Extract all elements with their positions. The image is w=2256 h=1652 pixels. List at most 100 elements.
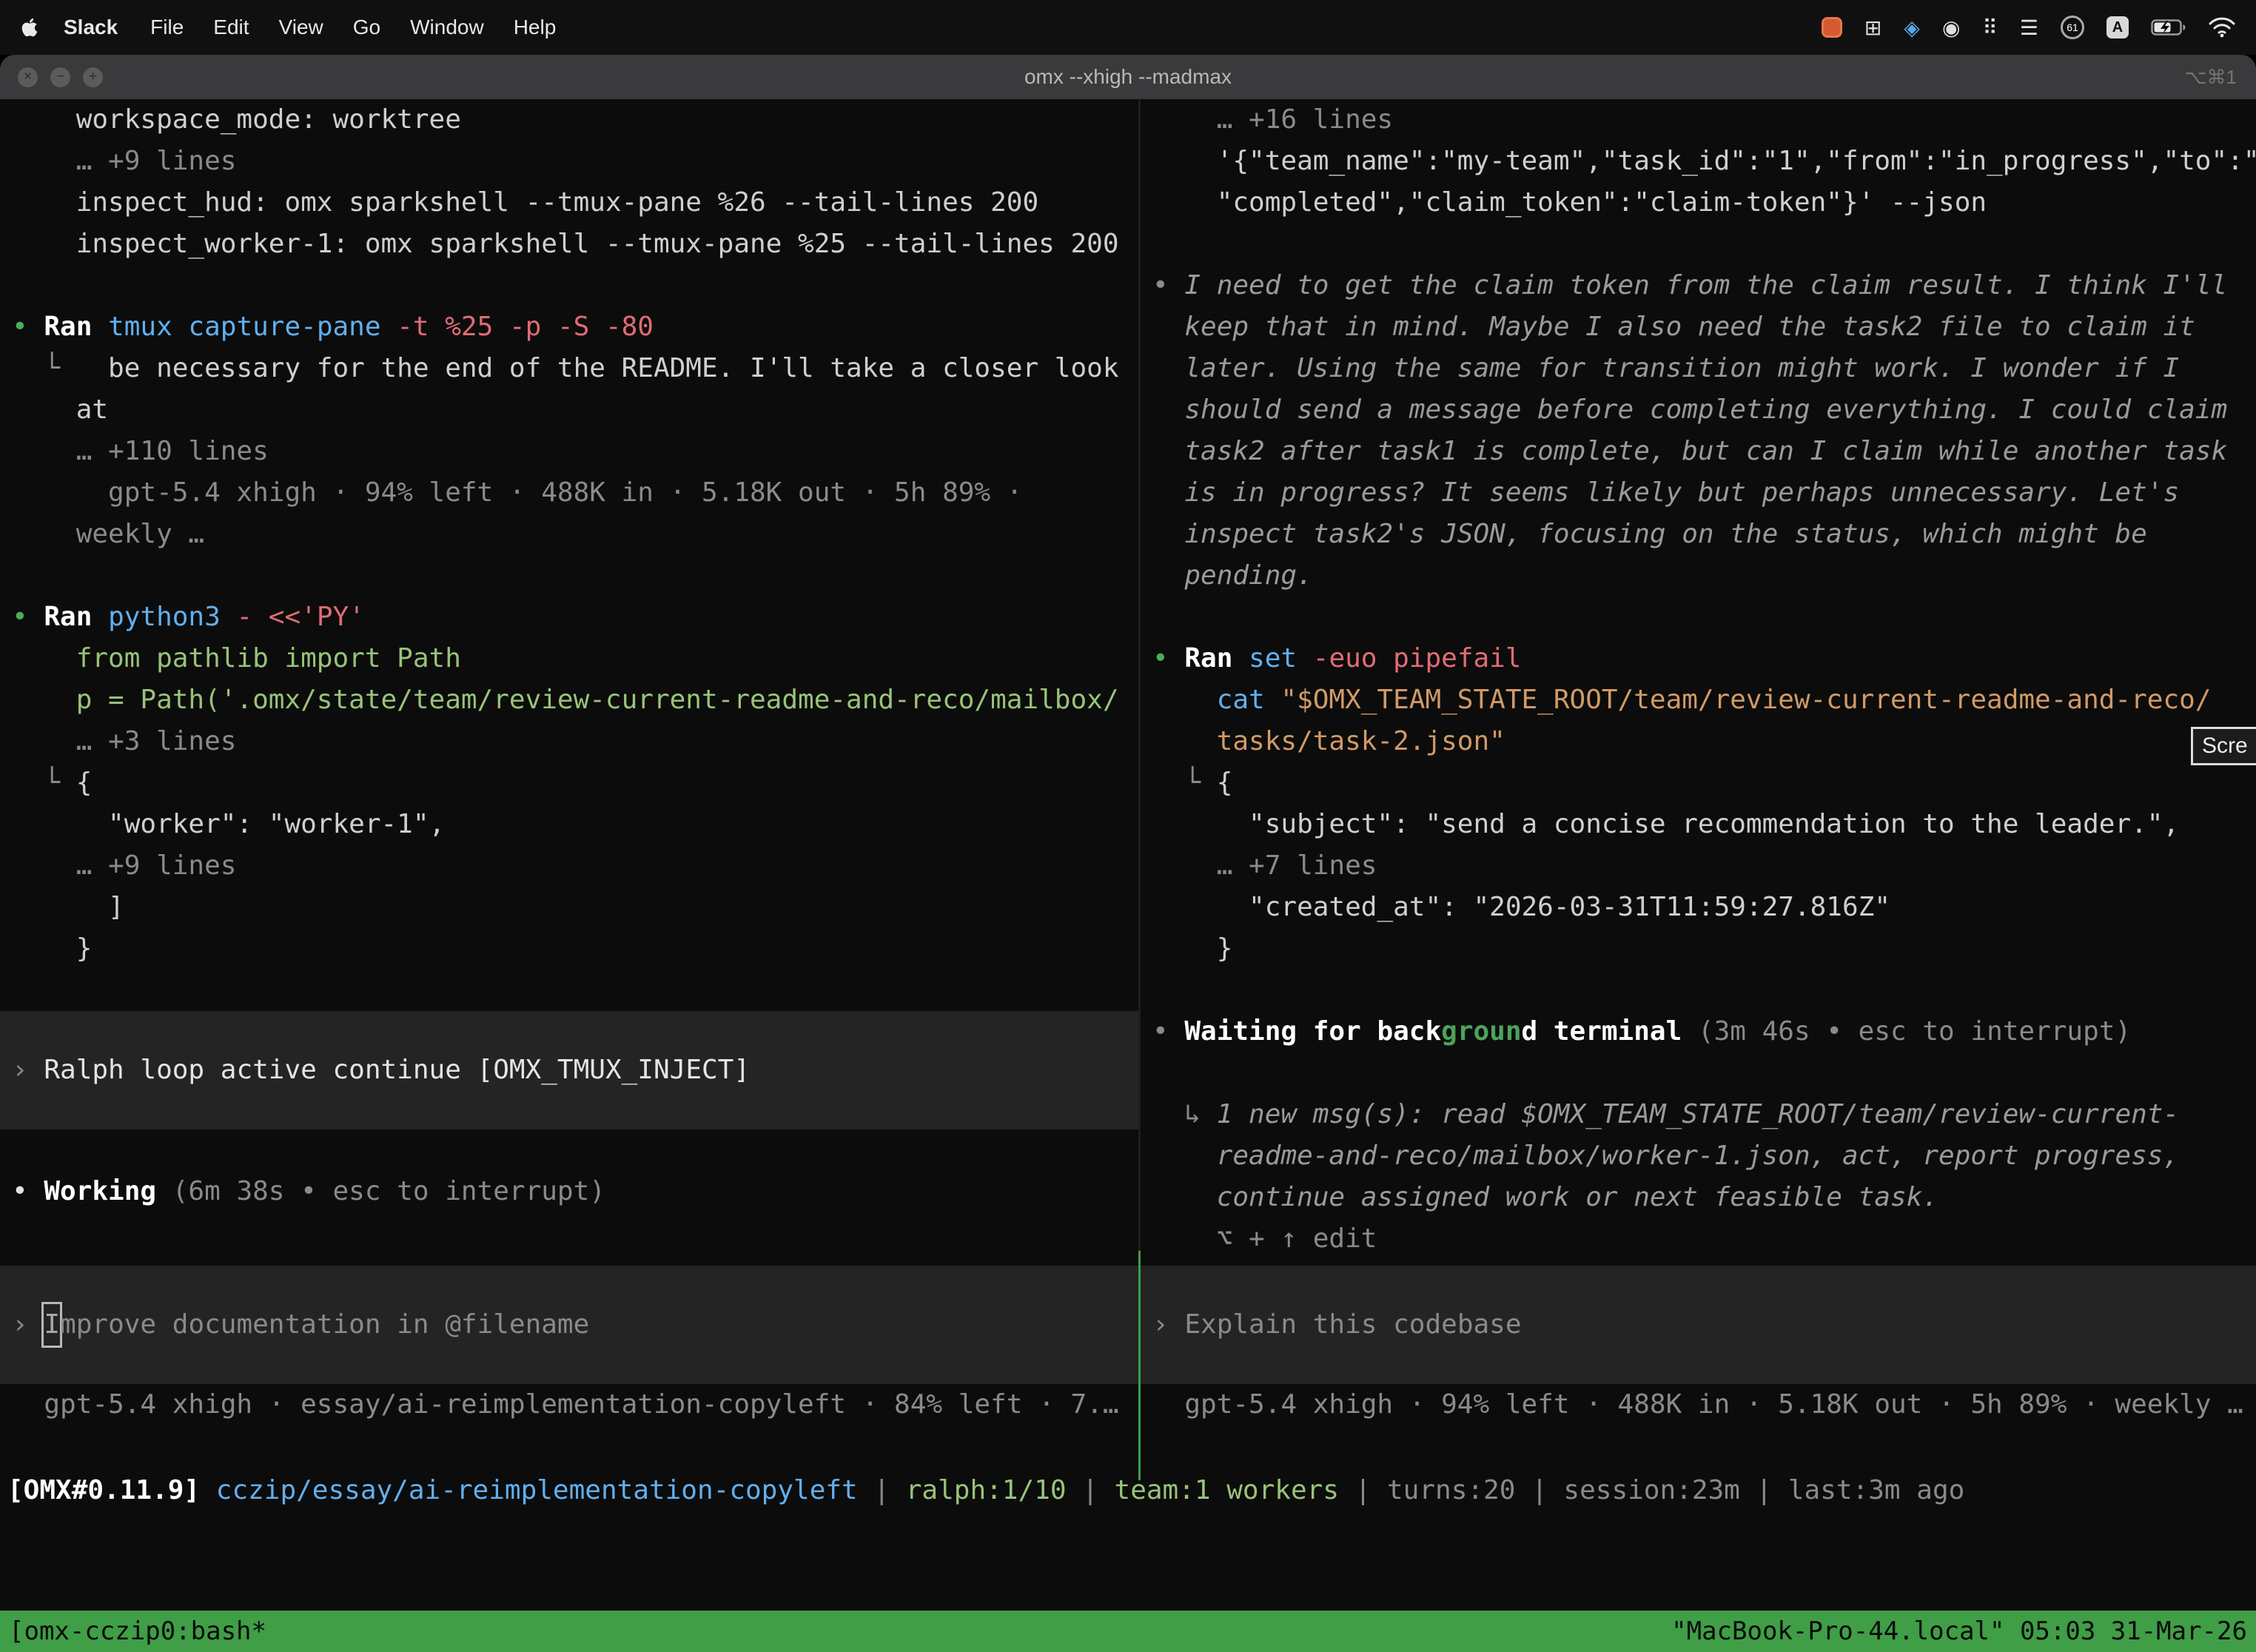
tmux-session-label: [omx-cczip0:bash* xyxy=(9,1611,266,1652)
blue-app-icon[interactable]: ◈ xyxy=(1904,16,1920,40)
pane-right-lines: … +16 lines '{"team_name":"my-team","tas… xyxy=(1141,99,2256,1426)
terminal-line: ↳ 1 new msg(s): read $OMX_TEAM_STATE_ROO… xyxy=(1141,1094,2256,1135)
text-segment: | xyxy=(858,1475,906,1505)
wifi-icon[interactable] xyxy=(2209,17,2235,38)
lines-icon[interactable]: ☰ xyxy=(2020,16,2038,40)
terminal-line: keep that in mind. Maybe I also need the… xyxy=(1141,306,2256,348)
text-segment: is in progress? It seems likely but perh… xyxy=(1152,477,2179,508)
terminal-line: … +110 lines xyxy=(0,431,1138,472)
text-segment: "created_at": "2026-03-31T11:59:27.816Z" xyxy=(1152,892,1890,922)
text-segment: '{"team_name":"my-team","task_id":"1","f… xyxy=(1152,146,2256,176)
menu-go[interactable]: Go xyxy=(353,16,380,39)
pane-left-lines: workspace_mode: worktree … +9 lines insp… xyxy=(0,99,1138,1426)
apple-menu-icon[interactable] xyxy=(21,17,38,38)
terminal-line: └ { xyxy=(1141,762,2256,804)
terminal-line: gpt-5.4 xhigh · 94% left · 488K in · 5.1… xyxy=(0,472,1138,514)
menu-help[interactable]: Help xyxy=(514,16,557,39)
terminal-line: … +7 lines xyxy=(1141,845,2256,887)
terminal-line: ⌥ + ↑ edit xyxy=(1141,1218,2256,1260)
terminal-line: gpt-5.4 xhigh · essay/ai-reimplementatio… xyxy=(0,1384,1138,1426)
terminal-line: pending. xyxy=(1141,555,2256,597)
text-segment: | xyxy=(1339,1475,1387,1505)
terminal-line: readme-and-reco/mailbox/worker-1.json, a… xyxy=(1141,1135,2256,1177)
menu-window[interactable]: Window xyxy=(410,16,484,39)
terminal-line: } xyxy=(0,928,1138,970)
text-segment: groun xyxy=(1441,1016,1521,1047)
text-segment: • xyxy=(12,312,44,342)
text-segment: "completed","claim_token":"claim-token"}… xyxy=(1152,187,1987,218)
circle-app-icon[interactable]: ◉ xyxy=(1942,16,1960,40)
text-segment: weekly … xyxy=(12,519,204,549)
prompt-row[interactable]: › Ralph loop active continue [OMX_TMUX_I… xyxy=(0,1011,1138,1129)
terminal-line: } xyxy=(1141,928,2256,970)
text-segment: I xyxy=(44,1304,60,1346)
text-segment: task2 after task1 is complete, but can I… xyxy=(1152,436,2227,466)
text-segment: mprove documentation in @filename xyxy=(60,1304,589,1346)
terminal-line: └ be necessary for the end of the README… xyxy=(0,348,1138,389)
text-segment: Waiting for back xyxy=(1184,1016,1441,1047)
screen-recording-icon[interactable] xyxy=(1822,17,1842,38)
text-segment: ⌥ + ↑ edit xyxy=(1152,1223,1377,1254)
text-segment: last:3m ago xyxy=(1788,1475,1964,1505)
terminal-line: … +9 lines xyxy=(0,845,1138,887)
input-source-icon[interactable]: A xyxy=(2106,16,2129,38)
text-segment: • xyxy=(12,1176,44,1206)
text-segment: tasks/task-2.json" xyxy=(1152,726,1505,756)
active-app-name[interactable]: Slack xyxy=(64,16,118,39)
terminal-line: "completed","claim_token":"claim-token"}… xyxy=(1141,182,2256,224)
prompt-row[interactable]: › Improve documentation in @filename xyxy=(0,1266,1138,1384)
terminal-line: workspace_mode: worktree xyxy=(0,99,1138,141)
tmux-status-bar: [omx-cczip0:bash* "MacBook-Pro-44.local"… xyxy=(0,1611,2256,1652)
terminal-line xyxy=(0,1129,1138,1171)
text-segment: python3 xyxy=(108,602,236,632)
battery-gauge-icon[interactable]: 61 xyxy=(2061,16,2084,39)
terminal-line: • Ran set -euo pipefail xyxy=(1141,638,2256,679)
terminal-line xyxy=(1141,1052,2256,1094)
text-segment: (3m 46s • esc to interrupt) xyxy=(1698,1016,2131,1047)
text-segment: should send a message before completing … xyxy=(1152,394,2227,425)
text-segment: d terminal xyxy=(1522,1016,1698,1047)
desktop: { "menu_bar": { "app_name": "Slack", "me… xyxy=(0,0,2256,1652)
text-segment: -euo pipefail xyxy=(1313,643,1522,674)
macos-menu-bar: Slack File Edit View Go Window Help ⊞ ◈ … xyxy=(0,0,2256,55)
terminal-window[interactable]: workspace_mode: worktree … +9 lines insp… xyxy=(0,99,2256,1652)
menu-file[interactable]: File xyxy=(150,16,184,39)
terminal-line xyxy=(1141,224,2256,265)
menu-view[interactable]: View xyxy=(279,16,323,39)
window-shortcut-hint: ⌥⌘1 xyxy=(2185,66,2237,89)
text-segment: … +110 lines xyxy=(12,436,269,466)
text-segment: -t %25 -p -S -80 xyxy=(397,312,654,342)
menubar-status-icons: ⊞ ◈ ◉ ⠿ ☰ 61 A xyxy=(1822,16,2235,40)
terminal-line: … +16 lines xyxy=(1141,99,2256,141)
terminal-line: gpt-5.4 xhigh · 94% left · 488K in · 5.1… xyxy=(1141,1384,2256,1426)
text-segment: cczip/essay/ai-reimplementation-copyleft xyxy=(216,1475,858,1505)
terminal-line xyxy=(1141,597,2256,638)
text-segment: at xyxy=(12,394,108,425)
grid-icon[interactable]: ⊞ xyxy=(1864,16,1881,40)
battery-icon[interactable] xyxy=(2151,19,2186,36)
text-segment: team:1 workers xyxy=(1115,1475,1339,1505)
text-segment: • xyxy=(1152,270,1184,300)
dots-grid-icon[interactable]: ⠿ xyxy=(1982,16,1998,40)
text-segment: inspect task2's JSON, focusing on the st… xyxy=(1152,519,2147,549)
text-segment: p = Path('.omx/state/team/review-current… xyxy=(12,685,1119,715)
menu-edit[interactable]: Edit xyxy=(213,16,249,39)
terminal-line xyxy=(1141,970,2256,1011)
text-segment: "subject": "send a concise recommendatio… xyxy=(1152,809,2179,839)
terminal-line: inspect_hud: omx sparkshell --tmux-pane … xyxy=(0,182,1138,224)
terminal-line: inspect_worker-1: omx sparkshell --tmux-… xyxy=(0,224,1138,265)
terminal-line: tasks/task-2.json" xyxy=(1141,721,2256,762)
text-segment: } xyxy=(12,933,92,964)
text-segment: (6m 38s • esc to interrupt) xyxy=(172,1176,605,1206)
terminal-line: task2 after task1 is complete, but can I… xyxy=(1141,431,2256,472)
text-segment: gpt-5.4 xhigh · 94% left · 488K in · 5.1… xyxy=(12,477,1022,508)
text-segment: } xyxy=(1152,933,1232,964)
terminal-line: • I need to get the claim token from the… xyxy=(1141,265,2256,306)
text-segment: 1 new msg(s): read $OMX_TEAM_STATE_ROOT/… xyxy=(1217,1099,2179,1129)
terminal-line: is in progress? It seems likely but perh… xyxy=(1141,472,2256,514)
prompt-row[interactable]: › Explain this codebase xyxy=(1141,1266,2256,1384)
window-title-bar: × − + omx --xhigh --madmax ⌥⌘1 xyxy=(0,55,2256,99)
text-segment: ] xyxy=(12,892,124,922)
text-segment: › xyxy=(12,1304,44,1346)
text-segment: Ran xyxy=(44,312,108,342)
